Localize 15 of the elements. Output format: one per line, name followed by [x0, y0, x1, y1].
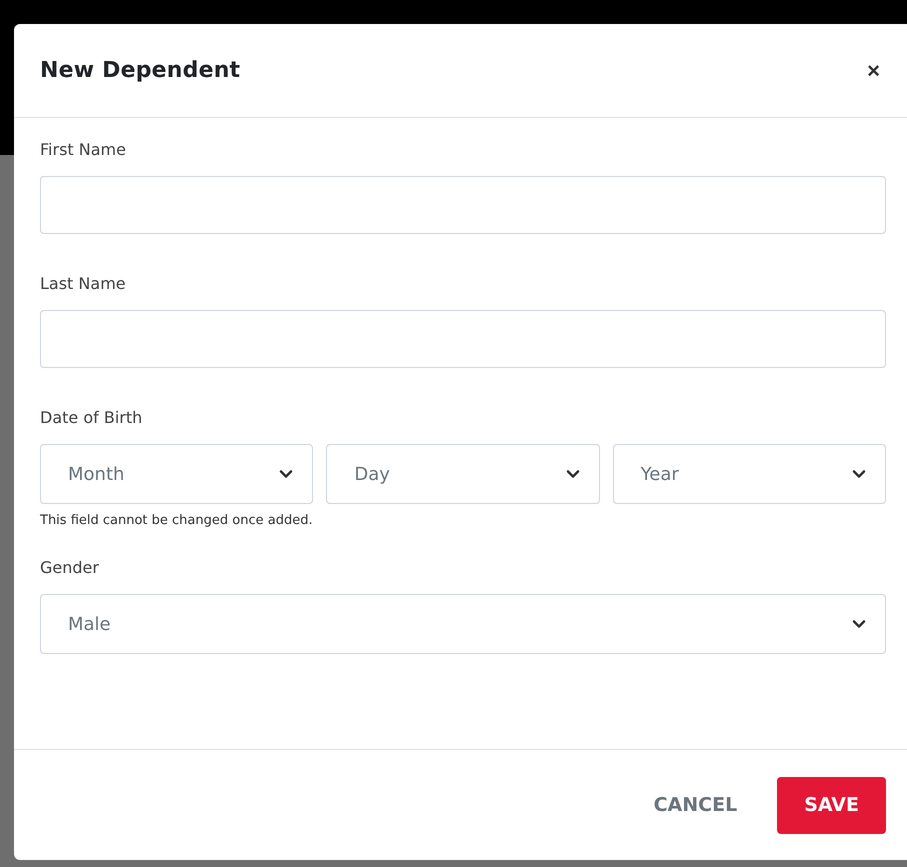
- text-field[interactable]: [40, 310, 886, 368]
- dropdown[interactable]: Day: [326, 444, 600, 504]
- field-label: First Name: [40, 140, 127, 159]
- help-text: This field cannot be changed once added.: [40, 513, 314, 528]
- dialog-title: New Dependent: [40, 58, 240, 83]
- dropdown[interactable]: Month: [40, 444, 314, 504]
- dropdown[interactable]: Male: [40, 594, 886, 654]
- field-label: Last Name: [40, 274, 127, 293]
- dropdown[interactable]: Year: [612, 444, 886, 504]
- field-label: Date of Birth: [40, 408, 144, 427]
- field-label: Gender: [40, 558, 100, 577]
- close-button[interactable]: ×: [861, 58, 886, 84]
- cancel-button[interactable]: CANCEL: [654, 776, 738, 834]
- text-field[interactable]: [40, 176, 886, 234]
- save-button[interactable]: SAVE: [777, 776, 886, 834]
